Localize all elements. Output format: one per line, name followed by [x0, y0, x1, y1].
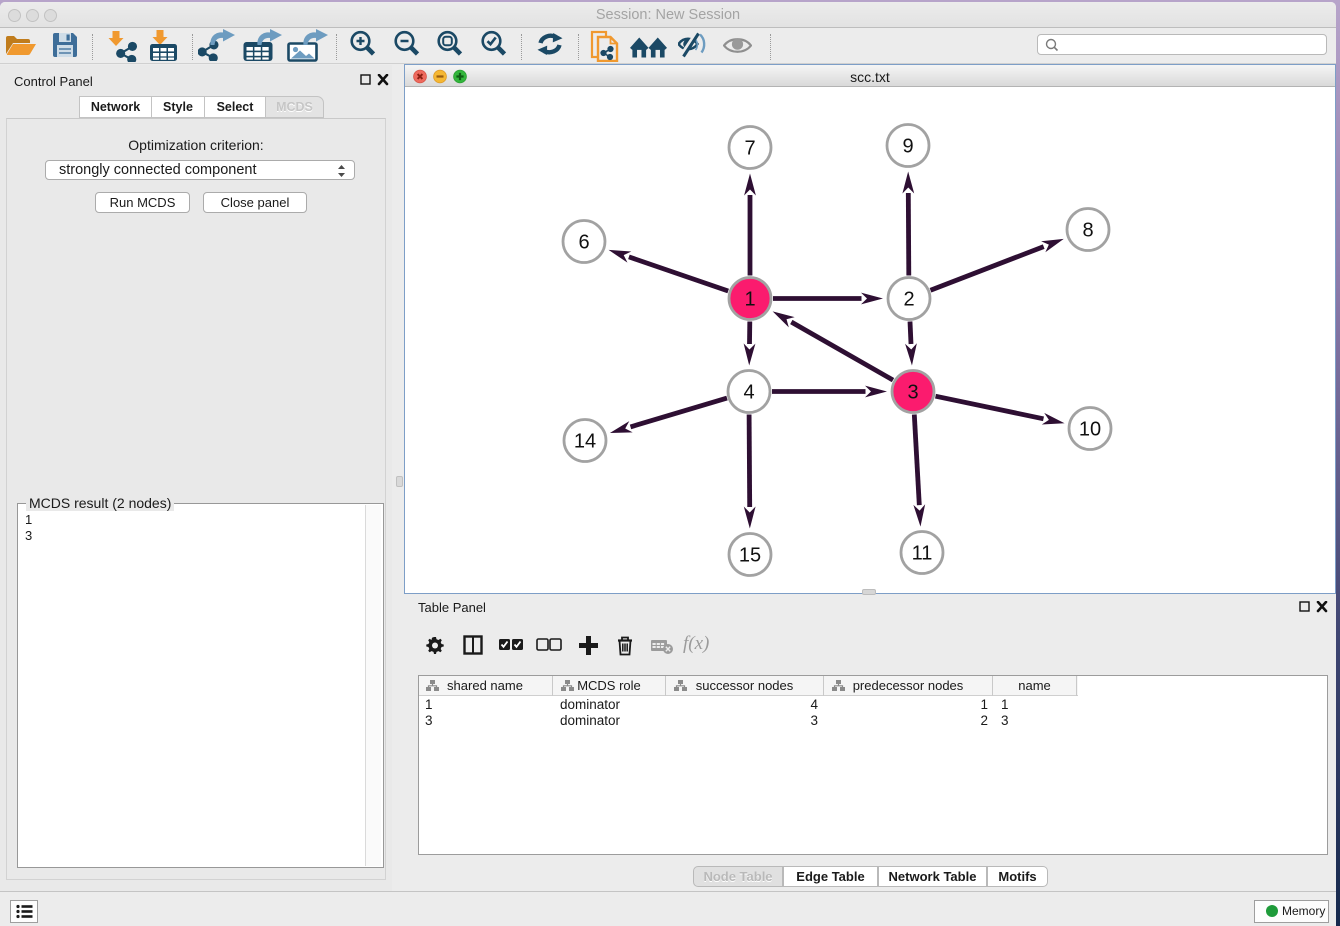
svg-text:8: 8 — [1082, 220, 1093, 242]
svg-text:4: 4 — [743, 382, 754, 404]
svg-text:9: 9 — [902, 136, 913, 158]
svg-text:11: 11 — [912, 543, 933, 565]
svg-text:3: 3 — [907, 382, 918, 404]
svg-text:1: 1 — [744, 289, 755, 311]
svg-text:10: 10 — [1079, 419, 1101, 441]
svg-text:14: 14 — [574, 431, 596, 453]
svg-text:7: 7 — [744, 138, 755, 160]
svg-text:15: 15 — [739, 545, 761, 567]
svg-text:f(x): f(x) — [683, 633, 709, 654]
svg-text:6: 6 — [578, 232, 589, 254]
svg-text:2: 2 — [903, 289, 914, 311]
